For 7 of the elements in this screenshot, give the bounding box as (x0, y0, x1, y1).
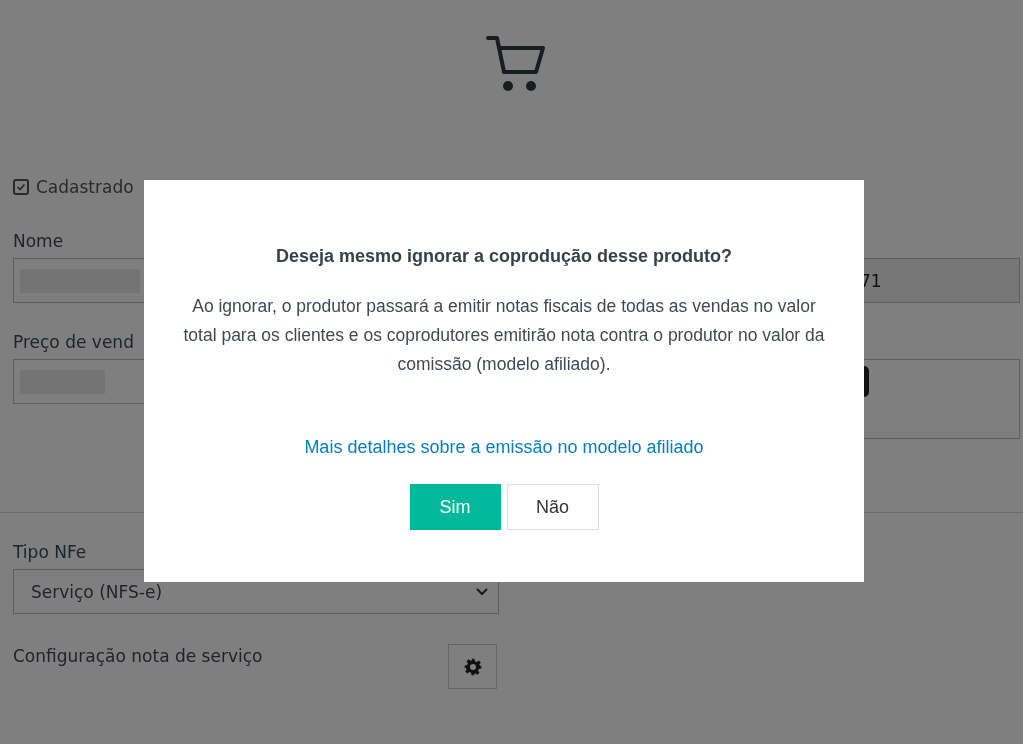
field-label: Tipo NFe (13, 542, 87, 564)
field-label: Preço de vend (13, 332, 134, 354)
dialog-title: Deseja mesmo ignorar a coprodução desse produto? (275, 246, 733, 267)
dialog-message: Ao ignorar, o produtor passará a emitir notas fiscais de todas as vendas no valor total para os clientes e os coprodutores emitirão nota contra o produtor no valor da comissão (modelo afiliado). (182, 295, 826, 376)
field-label: Nome (13, 231, 64, 253)
checkbox-label: Cadastrado (36, 177, 134, 197)
field-label: Configuração nota de serviço (13, 645, 263, 668)
